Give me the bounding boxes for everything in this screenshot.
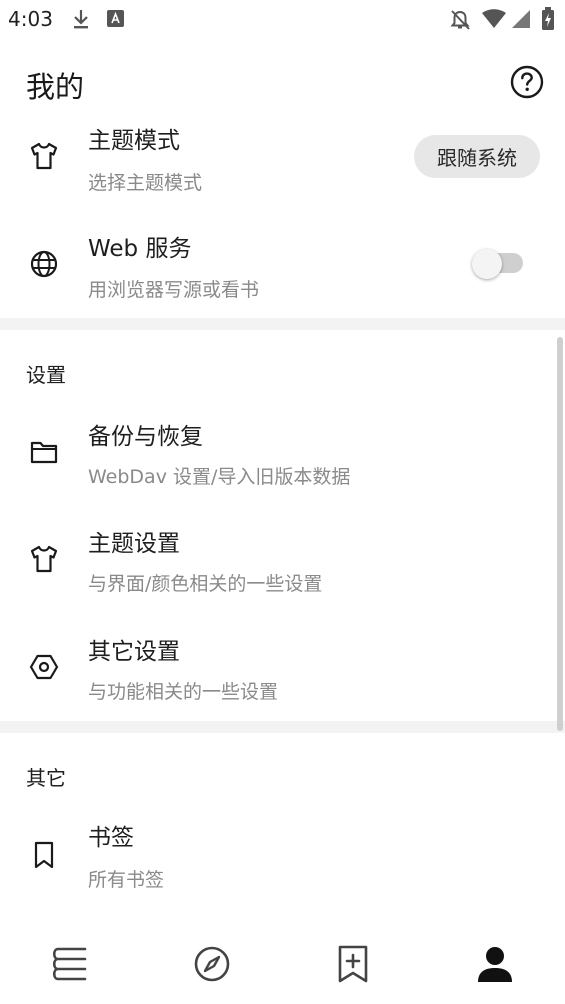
status-bar: 4:03 <box>0 0 565 38</box>
theme-mode-subtitle: 选择主题模式 <box>88 172 203 194</box>
web-service-switch-thumb[interactable] <box>472 249 502 279</box>
scrollbar[interactable] <box>557 337 563 731</box>
globe-icon <box>30 250 58 278</box>
theme-mode-title: 主题模式 <box>88 128 180 154</box>
shirt-icon <box>30 545 58 573</box>
theme-mode-chip-label: 跟随系统 <box>437 146 517 170</box>
compass-icon[interactable] <box>192 944 232 984</box>
help-circle-icon[interactable] <box>510 65 544 99</box>
download-icon <box>74 10 88 29</box>
section-divider <box>0 318 565 330</box>
bookmarks-title: 书签 <box>88 825 134 851</box>
battery-charging-icon <box>542 7 554 30</box>
hexagon-settings-icon <box>29 654 59 680</box>
other-settings-title: 其它设置 <box>88 639 180 665</box>
other-settings-subtitle: 与功能相关的一些设置 <box>88 681 279 703</box>
web-service-row[interactable]: Web 服务 用浏览器写源或看书 <box>0 226 553 314</box>
wifi-icon <box>482 9 506 28</box>
theme-mode-chip[interactable]: 跟随系统 <box>414 135 540 178</box>
bookmark-icon <box>34 841 54 869</box>
page-title: 我的 <box>26 70 85 104</box>
person-icon[interactable] <box>475 944 515 984</box>
bookshelf-icon[interactable] <box>50 944 90 984</box>
bottom-navigation <box>0 930 565 1004</box>
section-divider <box>0 721 565 733</box>
bookmark-add-icon[interactable] <box>333 944 373 984</box>
backup-restore-title: 备份与恢复 <box>88 424 203 450</box>
backup-restore-row[interactable]: 备份与恢复 WebDav 设置/导入旧版本数据 <box>0 414 553 502</box>
bookmarks-subtitle: 所有书签 <box>88 869 165 891</box>
signal-icon <box>512 10 530 28</box>
font-icon <box>107 10 124 27</box>
notifications-off-icon <box>450 10 470 30</box>
web-service-title: Web 服务 <box>88 236 192 262</box>
status-time: 4:03 <box>8 7 53 31</box>
shirt-icon <box>30 142 58 170</box>
backup-restore-subtitle: WebDav 设置/导入旧版本数据 <box>88 466 351 488</box>
other-settings-row[interactable]: 其它设置 与功能相关的一些设置 <box>0 629 553 717</box>
folder-icon <box>30 441 58 464</box>
section-header-other: 其它 <box>26 766 66 790</box>
theme-settings-title: 主题设置 <box>88 531 180 557</box>
web-service-subtitle: 用浏览器写源或看书 <box>88 279 260 301</box>
theme-settings-row[interactable]: 主题设置 与界面/颜色相关的一些设置 <box>0 521 553 609</box>
theme-settings-subtitle: 与界面/颜色相关的一些设置 <box>88 573 323 595</box>
bookmarks-row[interactable]: 书签 所有书签 <box>0 815 553 903</box>
section-header-settings: 设置 <box>26 363 66 387</box>
